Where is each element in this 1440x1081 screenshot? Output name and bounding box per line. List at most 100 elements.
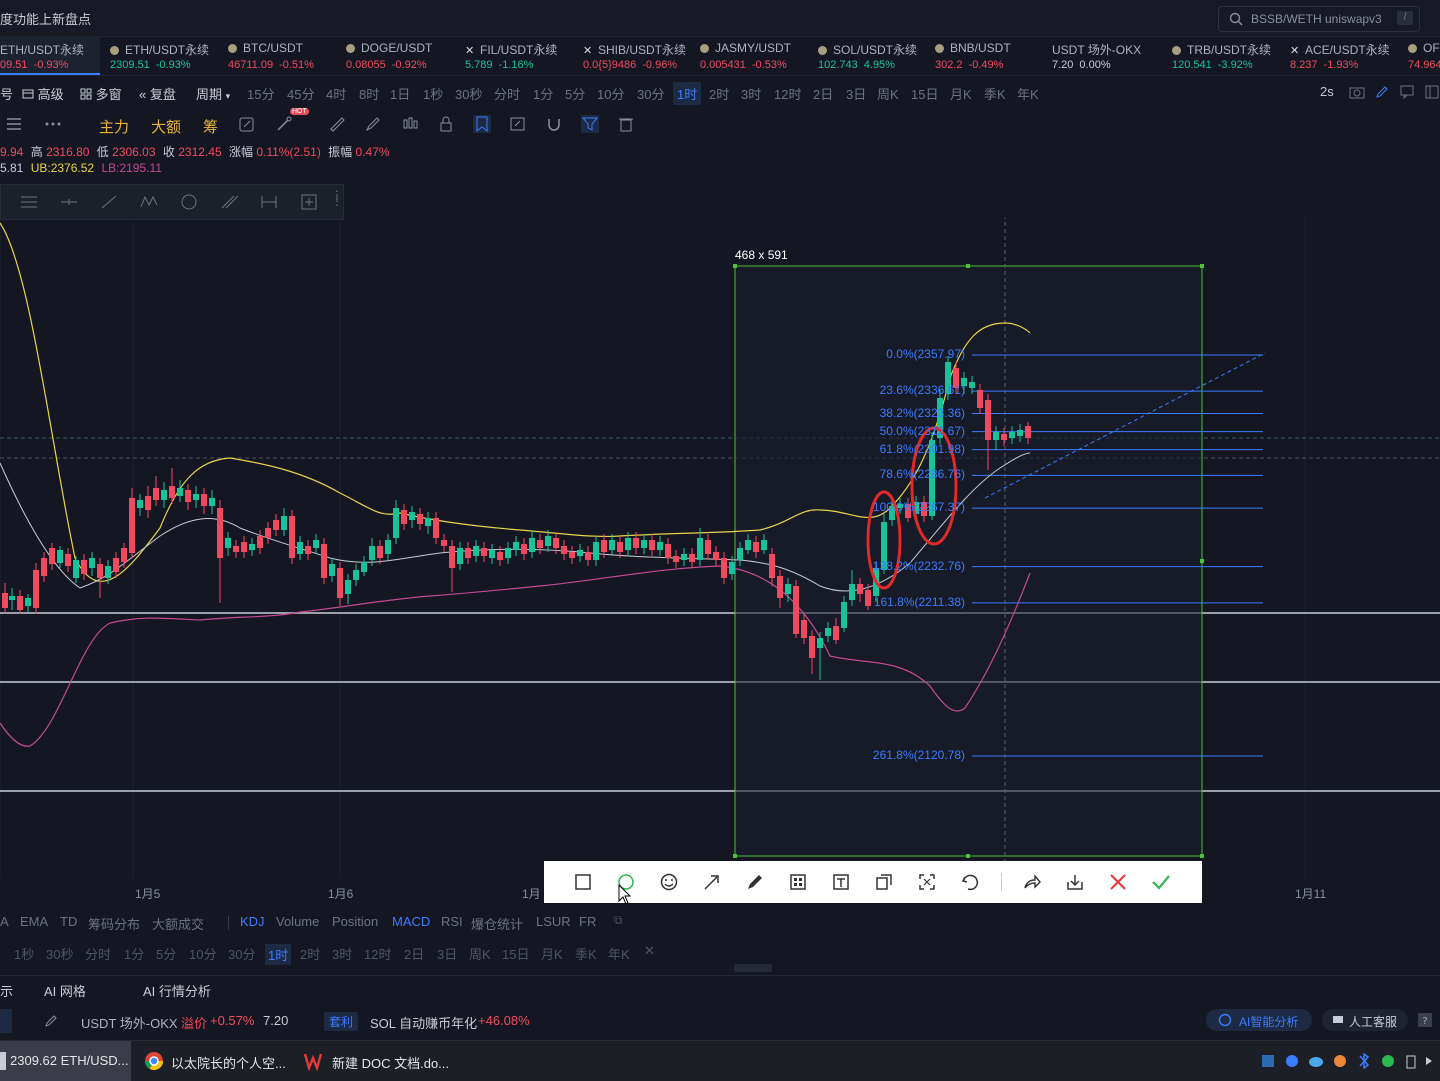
edit-icon[interactable]: [44, 1014, 58, 1028]
close-icon[interactable]: ✕: [644, 943, 655, 959]
bookmark-icon[interactable]: [473, 115, 491, 133]
indicator-period-option[interactable]: 2日: [404, 944, 424, 963]
ticker-item[interactable]: ETH/USDT永续 09.51 -0.93%: [0, 37, 100, 75]
indicator-period-option[interactable]: 15日: [502, 944, 529, 963]
customer-service-button[interactable]: 人工客服: [1322, 1009, 1408, 1031]
add-tool-icon[interactable]: [299, 193, 319, 211]
tray-expand-icon[interactable]: [1426, 1057, 1432, 1065]
camera-icon[interactable]: [1349, 84, 1365, 100]
replay-button[interactable]: « 复盘: [139, 84, 176, 103]
period-option[interactable]: 30秒: [455, 84, 482, 103]
horizontal-line-icon[interactable]: [59, 193, 79, 211]
advanced-button[interactable]: 高级: [22, 84, 64, 103]
indicator-period-option[interactable]: 30分: [228, 944, 255, 963]
undo-icon[interactable]: [960, 872, 980, 892]
indicator-option[interactable]: 筹码分布: [88, 914, 140, 933]
period-option[interactable]: 2时: [709, 84, 729, 103]
ai-draw-icon[interactable]: [238, 115, 256, 133]
mosaic-tool-icon[interactable]: [788, 872, 808, 892]
indicator-period-option[interactable]: 分时: [85, 944, 111, 963]
indicator-period-option[interactable]: 30秒: [46, 944, 73, 963]
candles-icon[interactable]: [401, 115, 419, 133]
rectangle-tool-icon[interactable]: [573, 872, 593, 892]
indicator-option[interactable]: LSUR: [536, 914, 571, 929]
indicator-option[interactable]: 大额成交: [152, 914, 204, 933]
indicator-option[interactable]: Position: [332, 914, 378, 929]
period-option[interactable]: 1时: [673, 82, 702, 105]
indicator-period-option[interactable]: 1分: [124, 944, 144, 963]
multi-window-button[interactable]: 多窗: [80, 84, 122, 103]
period-option[interactable]: 5分: [565, 84, 585, 103]
brush-icon[interactable]: [364, 115, 382, 133]
indicator-option[interactable]: FR: [579, 914, 596, 929]
cancel-icon[interactable]: [1108, 872, 1128, 892]
ticker-item[interactable]: OF 74.964: [1408, 37, 1440, 75]
ticker-item[interactable]: USDT 场外-OKX 7.20 0.00%: [1052, 37, 1164, 75]
period-option[interactable]: 3时: [741, 84, 761, 103]
ticker-item[interactable]: ✕ FIL/USDT永续 5.789 -1.16%: [465, 37, 577, 75]
drag-handle-icon[interactable]: ⋮ ⋮: [331, 189, 343, 207]
lock-icon[interactable]: [437, 115, 455, 133]
ticker-item[interactable]: JASMY/USDT 0.005431 -0.53%: [700, 37, 812, 75]
period-option[interactable]: 分时: [494, 84, 520, 103]
ticker-item[interactable]: TRB/USDT永续 120.541 -3.92%: [1172, 37, 1284, 75]
trash-icon[interactable]: [617, 115, 635, 133]
text-tool-icon[interactable]: [831, 872, 851, 892]
tray-settings-icon[interactable]: [1334, 1055, 1346, 1067]
comment-icon[interactable]: [1399, 84, 1415, 100]
period-option[interactable]: 1秒: [423, 84, 443, 103]
period-option[interactable]: 30分: [637, 84, 664, 103]
channel-tool-icon[interactable]: [219, 193, 239, 211]
magic-wand-icon[interactable]: [275, 115, 293, 133]
indicator-option[interactable]: EMA: [20, 914, 48, 929]
panel-collapse-handle[interactable]: [734, 964, 772, 972]
period-option[interactable]: 季K: [984, 84, 1006, 103]
wechat-icon[interactable]: [1382, 1055, 1394, 1067]
indicator-option[interactable]: RSI: [441, 914, 463, 929]
edit-indicators-icon[interactable]: ⧉: [614, 913, 623, 928]
arrow-tool-icon[interactable]: [702, 872, 722, 892]
layout-icon[interactable]: [1424, 84, 1440, 100]
period-option[interactable]: 1日: [390, 84, 410, 103]
ticker-item[interactable]: ETH/USDT永续 2309.51 -0.93%: [110, 37, 222, 75]
period-option[interactable]: 4时: [326, 84, 346, 103]
bluetooth-icon[interactable]: [1359, 1052, 1370, 1070]
period-option[interactable]: 15分: [247, 84, 274, 103]
indicator-period-option[interactable]: 3日: [437, 944, 457, 963]
indicator-period-option[interactable]: 5分: [156, 944, 176, 963]
download-icon[interactable]: [1065, 872, 1085, 892]
indicator-option[interactable]: Volume: [276, 914, 319, 929]
filter-icon[interactable]: [581, 115, 599, 133]
indicator-option[interactable]: 爆仓统计: [471, 914, 523, 933]
close-icon[interactable]: ✕: [583, 44, 592, 57]
ruler-icon[interactable]: [328, 115, 346, 133]
emoji-tool-icon[interactable]: [659, 872, 679, 892]
pin-tool-icon[interactable]: [874, 872, 894, 892]
indicator-period-option[interactable]: 1时: [265, 944, 292, 965]
arbitrage-badge[interactable]: 套利: [324, 1012, 359, 1031]
indicator-option[interactable]: A: [0, 914, 9, 929]
ticker-item[interactable]: ✕ ACE/USDT永续 8.237 -1.93%: [1290, 37, 1402, 75]
indicator-period-option[interactable]: 年K: [608, 944, 630, 963]
ticker-item[interactable]: BNB/USDT 302.2 -0.49%: [935, 37, 1047, 75]
wave-tool-icon[interactable]: [139, 193, 159, 211]
tray-browser-icon[interactable]: [1286, 1055, 1298, 1067]
price-chart[interactable]: [0, 218, 1440, 878]
refresh-interval[interactable]: 2s: [1320, 84, 1334, 99]
trend-line-icon[interactable]: [99, 193, 119, 211]
period-option[interactable]: 1分: [533, 84, 553, 103]
main-force-button[interactable]: 主力: [99, 116, 129, 137]
period-option[interactable]: 月K: [950, 84, 972, 103]
tray-cloud-icon[interactable]: [1309, 1057, 1323, 1067]
indicator-period-option[interactable]: 10分: [189, 944, 216, 963]
announcement-text[interactable]: 度功能上新盘点: [0, 9, 91, 28]
scan-tool-icon[interactable]: [917, 872, 937, 892]
close-icon[interactable]: ✕: [1290, 44, 1299, 57]
indicator-period-option[interactable]: 周K: [469, 944, 491, 963]
period-option[interactable]: 8时: [359, 84, 379, 103]
help-icon[interactable]: ?: [1417, 1012, 1433, 1028]
period-left-item[interactable]: 号: [0, 84, 13, 103]
menu-icon[interactable]: [5, 115, 23, 133]
tab-ai-analysis[interactable]: AI 行情分析: [143, 981, 211, 1000]
taskbar-item-chart-app[interactable]: 2309.62 ETH/USD...: [0, 1041, 131, 1081]
